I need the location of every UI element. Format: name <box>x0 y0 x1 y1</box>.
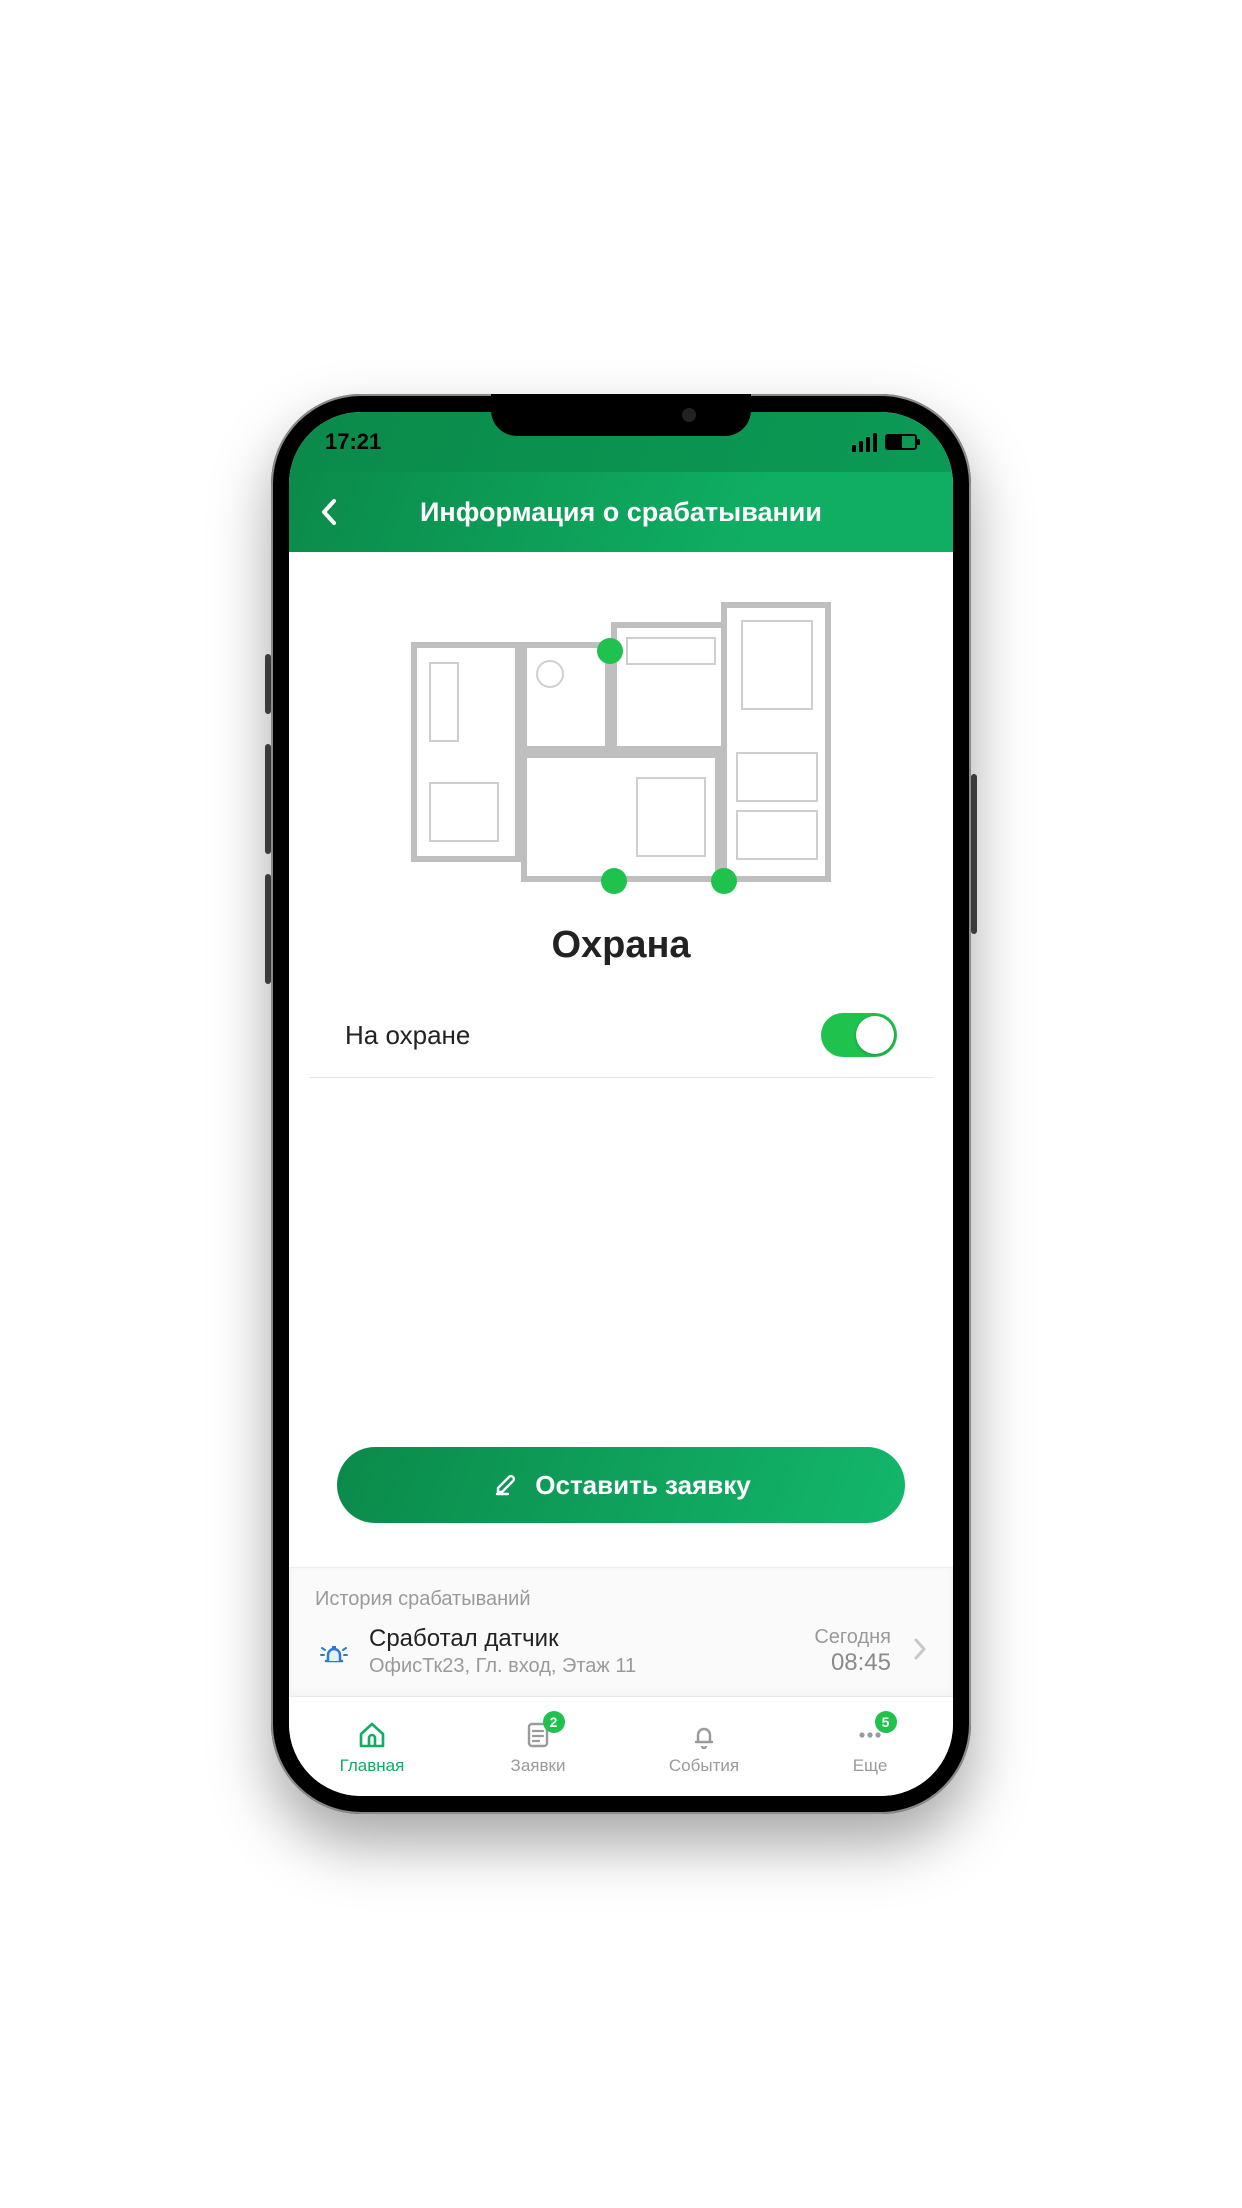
submit-request-button[interactable]: Оставить заявку <box>337 1447 905 1523</box>
history-item[interactable]: Сработал датчик ОфисТк23, Гл. вход, Этаж… <box>315 1625 927 1678</box>
side-button <box>265 744 271 854</box>
bell-icon <box>687 1718 721 1752</box>
history-item-time: 08:45 <box>814 1649 891 1677</box>
floorplan-container <box>289 552 953 902</box>
sensor-dot <box>601 868 627 894</box>
header-title: Информация о срабатывании <box>307 497 935 528</box>
home-icon <box>355 1718 389 1752</box>
alarm-icon <box>315 1633 353 1671</box>
signal-icon <box>852 433 877 452</box>
screen: 17:21 Информация о срабатывании <box>289 412 953 1796</box>
tab-home-label: Главная <box>340 1756 405 1776</box>
side-button <box>265 874 271 984</box>
tab-home[interactable]: Главная <box>289 1697 455 1796</box>
section-title: Охрана <box>289 924 953 967</box>
chevron-right-icon <box>913 1638 927 1665</box>
history-card: История срабатываний Сработал датчик Офи… <box>289 1567 953 1696</box>
status-time: 17:21 <box>325 429 381 455</box>
edit-icon <box>491 1471 519 1499</box>
arm-switch-label: На охране <box>345 1020 470 1051</box>
submit-request-label: Оставить заявку <box>535 1470 750 1501</box>
battery-icon <box>885 434 917 450</box>
history-item-text: Сработал датчик ОфисТк23, Гл. вход, Этаж… <box>369 1625 798 1678</box>
floorplan-image[interactable] <box>411 602 831 892</box>
tab-events-label: События <box>669 1756 739 1776</box>
content: Охрана На охране Оставить заявку История… <box>289 552 953 1696</box>
spacer <box>289 1078 953 1447</box>
phone-frame: 17:21 Информация о срабатывании <box>271 394 971 1814</box>
history-item-day: Сегодня <box>814 1626 891 1649</box>
tab-bar: Главная Заявки 2 События Еще 5 <box>289 1696 953 1796</box>
status-indicators <box>852 433 917 452</box>
app-header: Информация о срабатывании <box>289 472 953 552</box>
arm-switch-row: На охране <box>309 1013 933 1078</box>
tab-more[interactable]: Еще 5 <box>787 1697 953 1796</box>
tab-events[interactable]: События <box>621 1697 787 1796</box>
notch <box>491 394 751 436</box>
tab-requests[interactable]: Заявки 2 <box>455 1697 621 1796</box>
history-title: История срабатываний <box>315 1588 927 1611</box>
history-item-title: Сработал датчик <box>369 1625 798 1653</box>
tab-more-badge: 5 <box>875 1711 897 1733</box>
sensor-dot <box>597 638 623 664</box>
side-button <box>265 654 271 714</box>
history-item-subtitle: ОфисТк23, Гл. вход, Этаж 11 <box>369 1655 798 1678</box>
sensor-dot <box>711 868 737 894</box>
tab-more-label: Еще <box>853 1756 888 1776</box>
arm-toggle[interactable] <box>821 1013 897 1057</box>
tab-requests-label: Заявки <box>511 1756 566 1776</box>
history-item-when: Сегодня 08:45 <box>814 1626 891 1677</box>
side-button <box>971 774 977 934</box>
tab-requests-badge: 2 <box>543 1711 565 1733</box>
